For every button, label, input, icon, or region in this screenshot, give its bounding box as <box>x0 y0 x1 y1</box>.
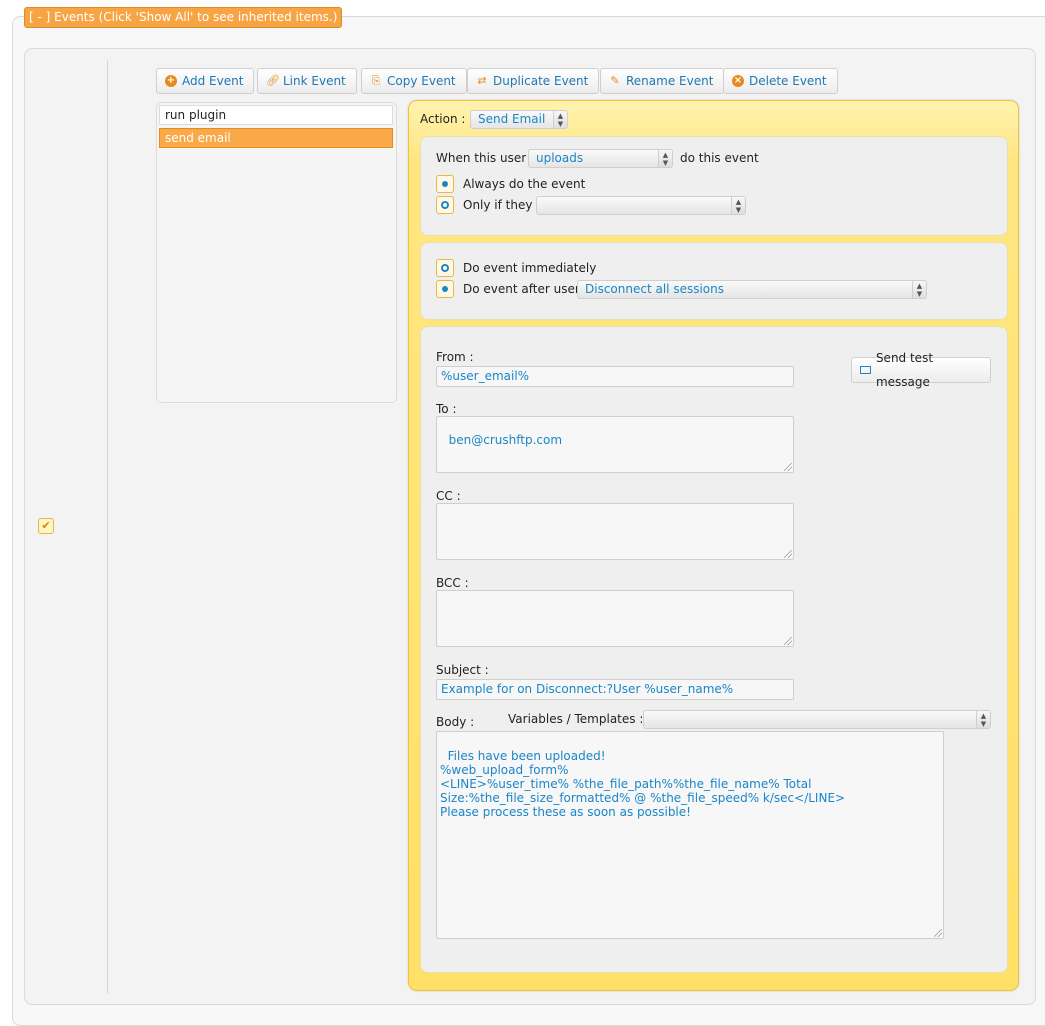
subject-field[interactable]: Example for on Disconnect:?User %user_na… <box>436 679 794 700</box>
enabled-checkbox[interactable]: ✔ <box>38 518 54 534</box>
resize-grip-icon[interactable] <box>784 550 792 558</box>
radio-selected-icon <box>442 286 448 292</box>
always-label: Always do the event <box>463 177 586 191</box>
pencil-icon: ✎ <box>610 74 620 87</box>
body-value: Files have been uploaded! %web_upload_fo… <box>440 749 846 819</box>
body-label: Body : <box>436 715 475 729</box>
to-field[interactable]: ben@crushftp.com <box>436 416 794 473</box>
to-value: ben@crushftp.com <box>448 433 563 447</box>
link-event-button[interactable]: 🔗︎ Link Event <box>257 68 357 94</box>
variables-templates-label: Variables / Templates : <box>508 712 644 726</box>
send-test-message-button[interactable]: Send test message <box>851 351 991 389</box>
body-field[interactable]: Files have been uploaded! %web_upload_fo… <box>436 731 944 939</box>
after-user-label: Do event after user <box>463 282 580 296</box>
radio-unselected-icon <box>441 264 449 272</box>
add-event-label: Add Event <box>182 74 244 88</box>
resize-grip-icon[interactable] <box>784 637 792 645</box>
column-divider <box>107 60 108 994</box>
updown-arrow-icon: ▲ ▼ <box>553 111 567 128</box>
from-field[interactable]: %user_email% <box>436 366 794 387</box>
updown-arrow-icon: ▲ ▼ <box>912 281 926 298</box>
when-prefix-label: When this user <box>436 151 527 165</box>
updown-arrow-icon: ▲ ▼ <box>731 197 745 214</box>
event-list-item-selected[interactable]: send email <box>159 128 393 148</box>
cc-label: CC : <box>436 489 461 503</box>
delete-event-label: Delete Event <box>749 74 827 88</box>
delete-event-button[interactable]: × Delete Event <box>723 68 838 94</box>
bcc-field[interactable] <box>436 590 794 647</box>
trigger-select[interactable]: uploads ▲ ▼ <box>528 149 673 168</box>
always-radio[interactable] <box>436 175 454 193</box>
cc-field[interactable] <box>436 503 794 560</box>
after-user-radio[interactable] <box>436 280 454 298</box>
action-select-value: Send Email <box>478 112 546 126</box>
plus-icon: + <box>165 75 177 87</box>
updown-arrow-icon: ▲ ▼ <box>658 150 672 167</box>
rename-event-button[interactable]: ✎ Rename Event <box>600 68 725 94</box>
copy-event-button[interactable]: ⎘ Copy Event <box>361 68 467 94</box>
send-test-label: Send test message <box>875 351 934 389</box>
updown-arrow-icon: ▲ ▼ <box>976 711 990 728</box>
to-label: To : <box>436 402 457 416</box>
subject-label: Subject : <box>436 663 489 677</box>
radio-selected-icon <box>442 181 448 187</box>
event-list-item[interactable]: run plugin <box>159 105 393 125</box>
link-icon: 🔗︎ <box>266 74 280 87</box>
rename-event-label: Rename Event <box>626 74 714 88</box>
swap-arrows-icon: ⇄ <box>477 74 487 87</box>
when-suffix-label: do this event <box>680 151 759 165</box>
bcc-label: BCC : <box>436 576 469 590</box>
action-label: Action : <box>420 112 466 126</box>
copy-event-label: Copy Event <box>387 74 456 88</box>
resize-grip-icon[interactable] <box>784 463 792 471</box>
immediately-radio[interactable] <box>436 259 454 277</box>
after-user-select[interactable]: Disconnect all sessions ▲ ▼ <box>577 280 927 299</box>
trigger-select-value: uploads <box>536 151 584 165</box>
events-toggle-legend[interactable]: [ - ] Events (Click 'Show All' to see in… <box>24 7 343 28</box>
only-if-label: Only if they <box>463 198 533 212</box>
link-event-label: Link Event <box>283 74 346 88</box>
envelope-icon <box>860 366 871 374</box>
duplicate-event-label: Duplicate Event <box>493 74 589 88</box>
from-label: From : <box>436 350 474 364</box>
add-event-button[interactable]: + Add Event <box>156 68 255 94</box>
only-if-select[interactable]: ▲ ▼ <box>536 196 746 215</box>
delete-x-icon: × <box>732 75 744 87</box>
resize-grip-icon[interactable] <box>934 929 942 937</box>
radio-unselected-icon <box>441 201 449 209</box>
only-if-radio[interactable] <box>436 196 454 214</box>
immediately-label: Do event immediately <box>463 261 597 275</box>
duplicate-event-button[interactable]: ⇄ Duplicate Event <box>467 68 600 94</box>
after-user-select-value: Disconnect all sessions <box>585 282 724 296</box>
action-select[interactable]: Send Email ▲ ▼ <box>470 110 568 129</box>
variables-templates-select[interactable]: ▲ ▼ <box>643 710 991 729</box>
copy-icon: ⎘ <box>371 74 381 87</box>
